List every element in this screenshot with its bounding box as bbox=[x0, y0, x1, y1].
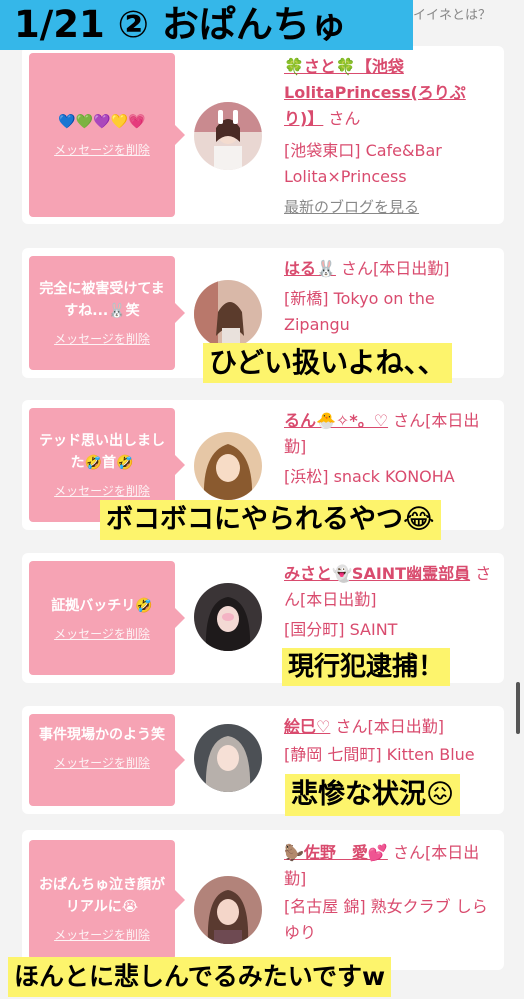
message-text: 💙💚💜💛💗 bbox=[58, 114, 146, 130]
message-bubble: おぱんちゅ泣き顔がリアルに😭 メッセージを削除 bbox=[29, 840, 185, 960]
message-text: おぱんちゅ泣き顔がリアルに😭 bbox=[39, 877, 165, 915]
message-text: 事件現場かのよう笑 bbox=[39, 727, 165, 743]
shop-info: [国分町] SAINT bbox=[284, 620, 398, 639]
scrollbar-thumb[interactable] bbox=[516, 682, 520, 734]
message-card: 💙💚💜💛💗 メッセージを削除 🍀さと🍀【池袋LolitaPrincess(ろりぷ… bbox=[22, 46, 504, 224]
shop-info: [名古屋 錦] 熟女クラブ しらゆり bbox=[284, 897, 488, 942]
user-name-link[interactable]: はる🐰 bbox=[284, 259, 336, 278]
caption-3: 現行犯逮捕！ bbox=[282, 648, 451, 686]
user-suffix: さん bbox=[328, 109, 361, 128]
avatar[interactable] bbox=[194, 432, 262, 500]
delete-message-link[interactable]: メッセージを削除 bbox=[29, 926, 175, 943]
caption-5: ほんとに悲しんでるみたいですw bbox=[8, 957, 392, 997]
user-name-link[interactable]: 絵巳♡ bbox=[284, 717, 330, 736]
avatar[interactable] bbox=[194, 724, 262, 792]
message-card: おぱんちゅ泣き顔がリアルに😭 メッセージを削除 🦫佐野 愛💕 さん[本日出勤] … bbox=[22, 830, 504, 970]
caption-4: 悲惨な状況😖 bbox=[285, 774, 461, 816]
avatar[interactable] bbox=[194, 280, 262, 348]
message-text: 証拠バッチリ🤣 bbox=[51, 598, 153, 614]
user-name-link[interactable]: みさと👻SAINT幽霊部員 bbox=[284, 564, 470, 583]
iine-help-link[interactable]: イイネとは？ bbox=[413, 4, 491, 23]
title-banner: 1/21 ② おぱんちゅ bbox=[0, 0, 413, 50]
avatar[interactable] bbox=[194, 876, 262, 944]
user-name-link[interactable]: るん🐣✧*。♡ bbox=[284, 411, 388, 430]
delete-message-link[interactable]: メッセージを削除 bbox=[29, 482, 175, 499]
shop-info: [池袋東口] Cafe&Bar Lolita×Princess bbox=[284, 141, 442, 186]
message-bubble: 事件現場かのよう笑 メッセージを削除 bbox=[29, 714, 185, 806]
shop-info: [新橋] Tokyo on the Zipangu bbox=[284, 289, 435, 334]
message-text: テッド思い出しました🤣首🤣 bbox=[39, 433, 165, 471]
caption-1: ひどい扱いよね、、 bbox=[203, 343, 452, 383]
caption-2: ボコボコにやられるやつ😂 bbox=[100, 500, 441, 540]
avatar[interactable] bbox=[194, 102, 262, 170]
user-name-link[interactable]: 🦫佐野 愛💕 bbox=[284, 843, 388, 862]
message-bubble: 証拠バッチリ🤣 メッセージを削除 bbox=[29, 561, 185, 675]
delete-message-link[interactable]: メッセージを削除 bbox=[29, 754, 175, 771]
user-name-link[interactable]: 🍀さと🍀【池袋LolitaPrincess(ろりぷり)】 bbox=[284, 57, 466, 128]
message-bubble: 💙💚💜💛💗 メッセージを削除 bbox=[29, 53, 185, 217]
latest-blog-link[interactable]: 最新のブログを見る bbox=[284, 194, 496, 220]
user-suffix: さん[本日出勤] bbox=[335, 717, 444, 736]
message-bubble: 完全に被害受けてますね...🐰笑 メッセージを削除 bbox=[29, 256, 185, 370]
user-suffix: さん[本日出勤] bbox=[341, 259, 450, 278]
shop-info: [浜松] snack KONOHA bbox=[284, 467, 455, 486]
delete-message-link[interactable]: メッセージを削除 bbox=[29, 625, 175, 642]
shop-info: [静岡 七間町] Kitten Blue bbox=[284, 745, 475, 764]
message-text: 完全に被害受けてますね...🐰笑 bbox=[39, 281, 165, 319]
avatar[interactable] bbox=[194, 583, 262, 651]
delete-message-link[interactable]: メッセージを削除 bbox=[29, 141, 175, 158]
delete-message-link[interactable]: メッセージを削除 bbox=[29, 330, 175, 347]
